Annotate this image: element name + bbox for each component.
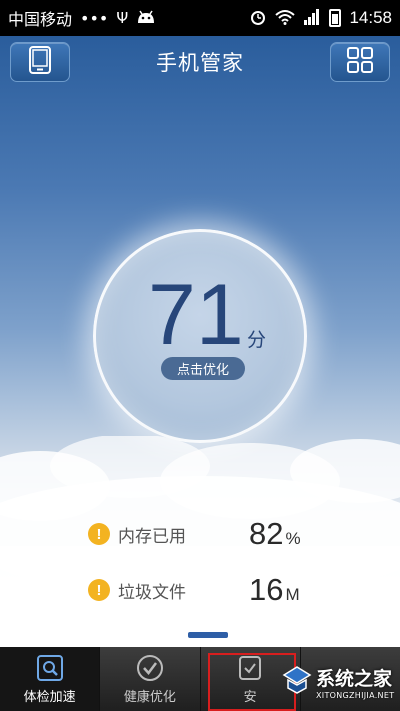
status-bar: 中国移动 ••• Ψ 14:58 <box>0 0 400 36</box>
optimize-button[interactable]: 点击优化 <box>161 357 245 380</box>
clock: 14:58 <box>349 8 392 27</box>
carrier-name: 中国移动 <box>8 10 73 29</box>
android-icon <box>136 9 156 28</box>
watermark-text: 系统之家 XITONGZHIJIA.NET <box>316 664 394 700</box>
phone-button[interactable] <box>10 42 70 82</box>
signal-icon <box>303 8 321 28</box>
watermark: 系统之家 XITONGZHIJIA.NET <box>282 658 396 706</box>
tab-checkup[interactable]: 体检加速 <box>0 647 101 711</box>
battery-icon <box>329 9 342 27</box>
page-indicator <box>188 632 228 638</box>
stat-unit: % <box>285 529 301 548</box>
watermark-logo-icon <box>282 665 312 699</box>
stat-label: 垃圾文件 <box>118 582 186 603</box>
usb-icon: Ψ <box>116 8 129 27</box>
score-circle[interactable]: 71 分 点击优化 <box>93 229 307 443</box>
warning-icon: ! <box>88 579 110 601</box>
stat-row-junk: ! 垃圾文件 16 M <box>88 570 348 610</box>
check-icon <box>136 654 164 682</box>
status-left: 中国移动 ••• Ψ <box>8 6 249 30</box>
search-icon <box>36 654 64 682</box>
tab-optimize[interactable]: 健康优化 <box>100 647 201 711</box>
grid-icon <box>346 46 374 78</box>
stat-unit: M <box>285 585 300 604</box>
score-unit: 分 <box>247 329 267 351</box>
wifi-icon <box>275 9 296 28</box>
warning-icon: ! <box>88 523 110 545</box>
app-header: 手机管家 <box>0 36 400 88</box>
tab-label: 体检加速 <box>23 689 76 705</box>
status-right: 14:58 <box>249 8 392 29</box>
stat-row-memory: ! 内存已用 82% <box>88 514 348 554</box>
tab-label: 健康优化 <box>123 689 176 705</box>
stat-value: 16 M <box>249 572 300 608</box>
page-title: 手机管家 <box>156 51 244 75</box>
watermark-sub: XITONGZHIJIA.NET <box>316 691 395 700</box>
app-screen: 手机管家 71 分 点击优化 ! 内存已用 82% ! 垃圾文件 16 M <box>0 36 400 647</box>
stat-label: 内存已用 <box>118 526 186 547</box>
notification-dots: ••• <box>80 8 109 28</box>
stat-number: 82 <box>249 516 284 551</box>
watermark-main: 系统之家 <box>316 668 393 690</box>
alarm-icon <box>249 8 267 29</box>
stat-number: 16 <box>249 572 284 607</box>
phone-icon <box>28 45 52 79</box>
stat-value: 82% <box>249 516 301 552</box>
score-value: 71 <box>148 267 244 363</box>
apps-grid-button[interactable] <box>330 42 390 82</box>
